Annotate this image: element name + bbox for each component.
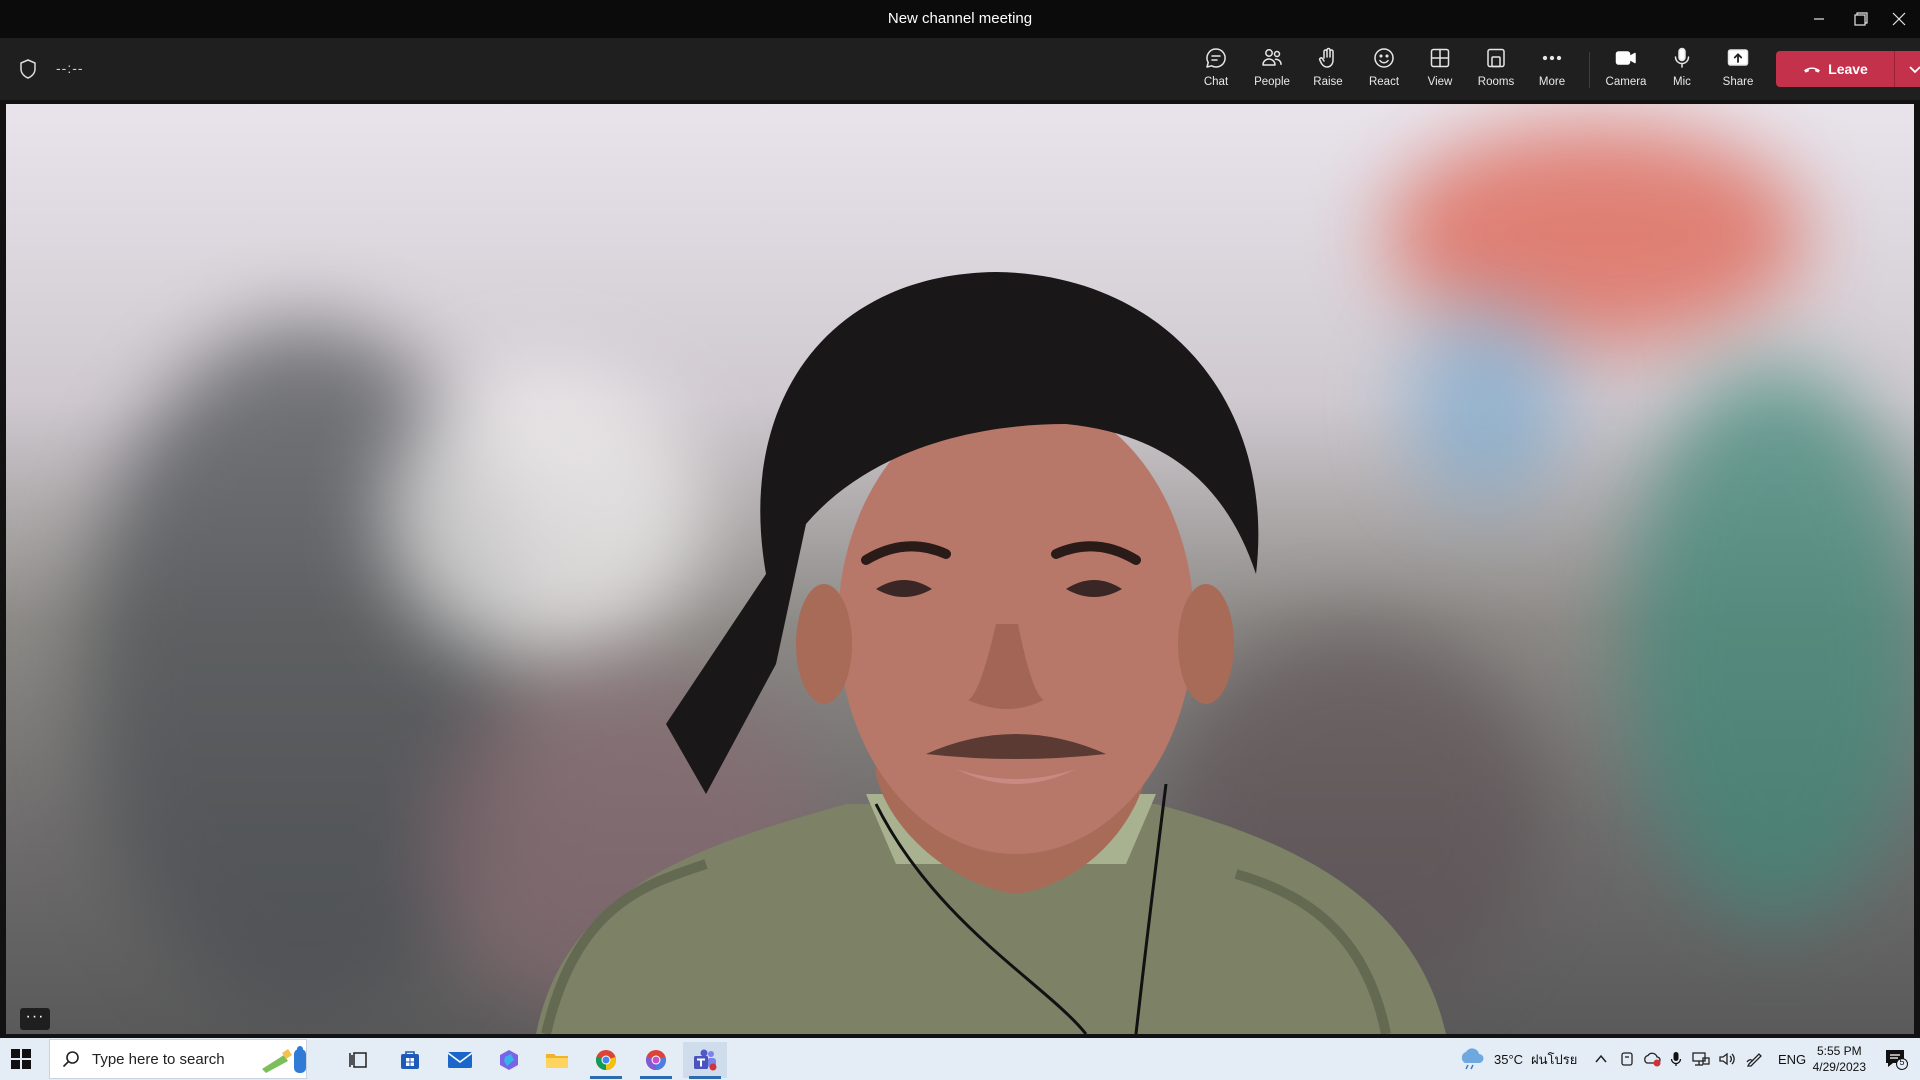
leave-options-dropdown[interactable] xyxy=(1895,51,1920,87)
weather-widget[interactable]: 35°C ฝนโปรย xyxy=(1458,1038,1577,1080)
camera-button[interactable]: Camera xyxy=(1598,46,1654,94)
hand-icon xyxy=(1318,47,1334,68)
share-label: Share xyxy=(1722,76,1754,88)
people-button[interactable]: People xyxy=(1244,46,1300,94)
meet-now-icon[interactable] xyxy=(1620,1051,1634,1067)
chat-button[interactable]: Chat xyxy=(1188,46,1244,94)
more-button[interactable]: More xyxy=(1524,46,1580,94)
cloud-rain-icon xyxy=(1461,1048,1484,1070)
rooms-label: Rooms xyxy=(1477,76,1515,88)
task-view-icon[interactable] xyxy=(337,1042,381,1078)
search-icon xyxy=(62,1051,79,1068)
clock-date: 4/29/2023 xyxy=(1812,1060,1866,1074)
chat-icon xyxy=(1206,48,1226,68)
search-placeholder: Type here to search xyxy=(92,1050,225,1068)
raise-hand-button[interactable]: Raise xyxy=(1300,46,1356,94)
camera-icon xyxy=(1615,51,1636,65)
raise-label: Raise xyxy=(1313,76,1343,88)
copilot-icon[interactable] xyxy=(487,1042,531,1078)
mic-button[interactable]: Mic xyxy=(1654,46,1710,94)
system-tray-icons: ENG xyxy=(1594,1038,1806,1080)
chrome-icon[interactable] xyxy=(584,1042,628,1079)
more-label: More xyxy=(1538,76,1566,88)
input-language[interactable]: ENG xyxy=(1778,1052,1806,1067)
minimize-button[interactable] xyxy=(1796,0,1842,38)
clock-time: 5:55 PM xyxy=(1816,1044,1862,1058)
meeting-toolbar: --:-- Chat People Raise React View Rooms… xyxy=(0,38,1920,100)
more-icon xyxy=(1542,55,1562,61)
participant-video: ··· xyxy=(6,104,1914,1034)
share-button[interactable]: Share xyxy=(1710,46,1766,94)
leave-button-group: Leave xyxy=(1776,51,1920,87)
shield-icon xyxy=(20,59,36,79)
participant-figure xyxy=(536,272,1446,1034)
smiley-icon xyxy=(1374,48,1394,68)
people-label: People xyxy=(1254,76,1290,88)
microsoft-store-icon[interactable] xyxy=(388,1042,432,1078)
people-icon xyxy=(1262,49,1282,66)
window-title: New channel meeting xyxy=(887,10,1033,27)
onedrive-error-icon[interactable] xyxy=(1644,1051,1662,1067)
volume-icon[interactable] xyxy=(1718,1051,1736,1067)
close-button[interactable] xyxy=(1876,0,1920,38)
react-button[interactable]: React xyxy=(1356,46,1412,94)
grid-view-icon xyxy=(1430,48,1450,68)
microphone-icon xyxy=(1674,47,1690,68)
notification-center-button[interactable]: 5 xyxy=(1884,1048,1908,1070)
windows-start-icon[interactable] xyxy=(10,1048,32,1070)
teams-icon[interactable] xyxy=(683,1042,727,1079)
chevron-down-icon xyxy=(1909,66,1920,74)
pen-icon[interactable] xyxy=(1746,1051,1764,1067)
share-screen-icon xyxy=(1727,49,1749,66)
chat-label: Chat xyxy=(1203,76,1229,88)
meeting-stage: ··· xyxy=(0,100,1920,1038)
network-icon[interactable] xyxy=(1692,1051,1710,1067)
mic-label: Mic xyxy=(1673,76,1691,88)
file-explorer-icon[interactable] xyxy=(535,1042,579,1078)
notification-count: 5 xyxy=(1899,1057,1905,1067)
rooms-icon xyxy=(1487,48,1505,68)
leave-button[interactable]: Leave xyxy=(1776,51,1894,87)
view-label: View xyxy=(1427,76,1453,88)
meeting-timer: --:-- xyxy=(56,60,84,76)
video-options-button[interactable]: ··· xyxy=(20,1008,50,1030)
view-button[interactable]: View xyxy=(1412,46,1468,94)
leave-label: Leave xyxy=(1828,61,1868,77)
chrome-profile-icon[interactable] xyxy=(634,1042,678,1079)
rooms-button[interactable]: Rooms xyxy=(1468,46,1524,94)
title-bar: New channel meeting xyxy=(0,0,1920,38)
chevron-up-icon[interactable] xyxy=(1594,1052,1608,1066)
weather-temperature: 35°C xyxy=(1494,1051,1524,1067)
taskbar-clock[interactable]: 5:55 PM 4/29/2023 xyxy=(1813,1043,1866,1075)
search-highlight-icon[interactable] xyxy=(252,1042,312,1078)
camera-label: Camera xyxy=(1605,76,1647,88)
weather-description: ฝนโปรย xyxy=(1531,1051,1578,1067)
microphone-icon[interactable] xyxy=(1670,1051,1682,1067)
react-label: React xyxy=(1368,76,1400,88)
mail-icon[interactable] xyxy=(438,1042,482,1078)
windows-taskbar: Type here to search 35°C ฝนโปรย ENG 5:55… xyxy=(0,1038,1920,1080)
toolbar-divider xyxy=(1589,52,1590,88)
hang-up-icon xyxy=(1804,67,1821,73)
